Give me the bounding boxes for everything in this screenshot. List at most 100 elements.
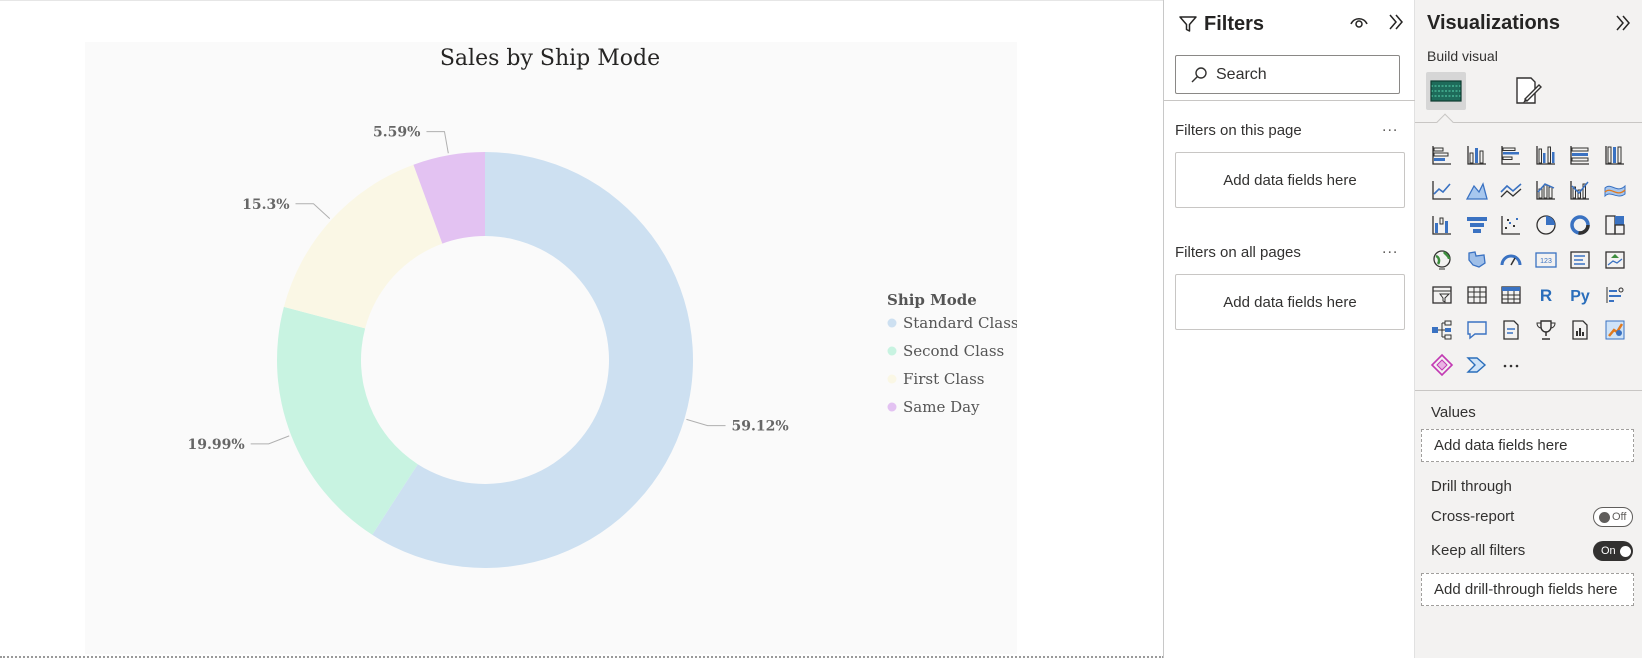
filters-all-more-button[interactable]: ... [1382, 240, 1398, 258]
drill-through-drop-zone[interactable]: Add drill-through fields here [1421, 573, 1634, 606]
search-placeholder: Search [1216, 65, 1267, 83]
clustered-bar-chart-icon[interactable] [1494, 137, 1529, 172]
azure-map-icon[interactable] [1598, 312, 1633, 347]
more-visuals-icon[interactable] [1494, 347, 1529, 382]
qna-icon[interactable] [1460, 312, 1495, 347]
svg-text:Py: Py [1570, 288, 1590, 305]
pie-chart-icon[interactable] [1529, 207, 1564, 242]
treemap-icon[interactable] [1598, 207, 1633, 242]
legend-marker [887, 374, 897, 384]
slice-leader-line [426, 131, 449, 154]
cross-report-label: Cross-report [1431, 508, 1515, 525]
filters-pane: Filters Search Filters on this page ... … [1163, 0, 1415, 658]
100-stacked-bar-chart-icon[interactable] [1563, 137, 1598, 172]
visualizations-title: Visualizations [1427, 12, 1561, 34]
area-chart-icon[interactable] [1460, 172, 1495, 207]
donut-slices [277, 152, 693, 568]
slice-leader-line [250, 435, 290, 445]
chart-title: Sales by Ship Mode [440, 46, 660, 71]
legend-title: Ship Mode [887, 291, 977, 309]
filters-on-this-page-label: Filters on this page [1175, 122, 1302, 139]
toggle-knob [1619, 545, 1631, 557]
build-visual-tab[interactable] [1426, 72, 1466, 110]
legend-marker [887, 318, 897, 328]
search-icon [1191, 66, 1207, 82]
donut-chart-visual[interactable]: Sales by Ship Mode 59.12% 19.99% 15.3% 5.59… [85, 42, 1017, 654]
slice-data-label: 19.99% [188, 437, 245, 453]
multi-row-card-icon[interactable] [1563, 242, 1598, 277]
line-clustered-column-chart-icon[interactable] [1563, 172, 1598, 207]
trophy-icon[interactable] [1529, 312, 1564, 347]
matrix-icon[interactable] [1494, 277, 1529, 312]
filters-title: Filters [1204, 12, 1265, 35]
line-chart-icon[interactable] [1425, 172, 1460, 207]
waterfall-chart-icon[interactable] [1425, 207, 1460, 242]
build-visual-label: Build visual [1427, 48, 1498, 64]
filter-funnel-icon [1179, 16, 1197, 32]
power-automate-icon[interactable] [1460, 347, 1495, 382]
format-visual-icon [1516, 77, 1542, 104]
page-filters-drop-zone[interactable]: Add data fields here [1175, 152, 1405, 208]
tab-indicator [1436, 113, 1454, 131]
slice-data-label: 59.12% [732, 419, 789, 435]
gallery-divider [1415, 390, 1642, 391]
legend-item-first-class[interactable]: First Class [903, 370, 984, 388]
values-drop-zone[interactable]: Add data fields here [1421, 429, 1634, 462]
line-stacked-column-chart-icon[interactable] [1529, 172, 1564, 207]
donut-chart-icon[interactable] [1563, 207, 1598, 242]
values-label: Values [1431, 404, 1476, 421]
all-pages-filters-drop-zone[interactable]: Add data fields here [1175, 274, 1405, 330]
keep-filters-state: On [1601, 545, 1616, 557]
cross-report-toggle[interactable]: Off [1593, 507, 1633, 527]
stacked-bar-chart-icon[interactable] [1425, 137, 1460, 172]
report-canvas[interactable]: Sales by Ship Mode 59.12% 19.99% 15.3% 5.59… [0, 0, 1164, 658]
format-visual-tab[interactable] [1507, 72, 1547, 110]
svg-text:123: 123 [1540, 258, 1552, 265]
kpi-icon[interactable] [1598, 242, 1633, 277]
eye-icon[interactable] [1348, 12, 1370, 32]
slice-data-label: 15.3% [242, 197, 289, 213]
keep-all-filters-toggle[interactable]: On [1593, 541, 1633, 561]
ribbon-chart-icon[interactable] [1598, 172, 1633, 207]
filters-page-more-button[interactable]: ... [1382, 118, 1398, 136]
filters-divider [1164, 100, 1415, 101]
smart-narrative-icon[interactable] [1494, 312, 1529, 347]
key-influencers-icon[interactable] [1598, 277, 1633, 312]
gauge-icon[interactable] [1494, 242, 1529, 277]
scatter-chart-icon[interactable] [1494, 207, 1529, 242]
stacked-column-chart-icon[interactable] [1460, 137, 1495, 172]
card-icon[interactable]: 123 [1529, 242, 1564, 277]
collapse-filters-icon[interactable] [1386, 12, 1406, 32]
svg-text:R: R [1540, 286, 1552, 305]
keep-all-filters-label: Keep all filters [1431, 542, 1526, 559]
table-icon[interactable] [1460, 277, 1495, 312]
legend-item-standard-class[interactable]: Standard Class [903, 314, 1017, 332]
funnel-chart-icon[interactable] [1460, 207, 1495, 242]
donut-chart: Sales by Ship Mode 59.12% 19.99% 15.3% 5.59… [188, 46, 1017, 568]
filters-search-input[interactable]: Search [1175, 55, 1400, 94]
slice-leader-line [686, 418, 726, 427]
map-icon[interactable] [1425, 242, 1460, 277]
paginated-report-icon[interactable] [1563, 312, 1598, 347]
filled-map-icon[interactable] [1460, 242, 1495, 277]
legend-item-same-day[interactable]: Same Day [903, 398, 980, 416]
python-visual-icon[interactable]: Py [1563, 277, 1598, 312]
donut-slice-first-class[interactable] [283, 164, 443, 329]
100-stacked-column-chart-icon[interactable] [1598, 137, 1633, 172]
legend-marker [887, 346, 897, 356]
visual-types-gallery: 123 R Py [1425, 137, 1633, 382]
collapse-visualizations-icon[interactable] [1613, 13, 1633, 33]
power-apps-icon[interactable] [1425, 347, 1460, 382]
drill-through-label: Drill through [1431, 478, 1512, 495]
slice-leader-line [295, 203, 331, 219]
decomposition-tree-icon[interactable] [1425, 312, 1460, 347]
cross-report-state: Off [1612, 511, 1627, 523]
stacked-area-chart-icon[interactable] [1494, 172, 1529, 207]
r-visual-icon[interactable]: R [1529, 277, 1564, 312]
slicer-icon[interactable] [1425, 277, 1460, 312]
legend-item-second-class[interactable]: Second Class [903, 342, 1004, 360]
legend-marker [887, 402, 897, 412]
clustered-column-chart-icon[interactable] [1529, 137, 1564, 172]
filters-on-all-pages-label: Filters on all pages [1175, 244, 1301, 261]
canvas-top-border [0, 0, 1164, 1]
